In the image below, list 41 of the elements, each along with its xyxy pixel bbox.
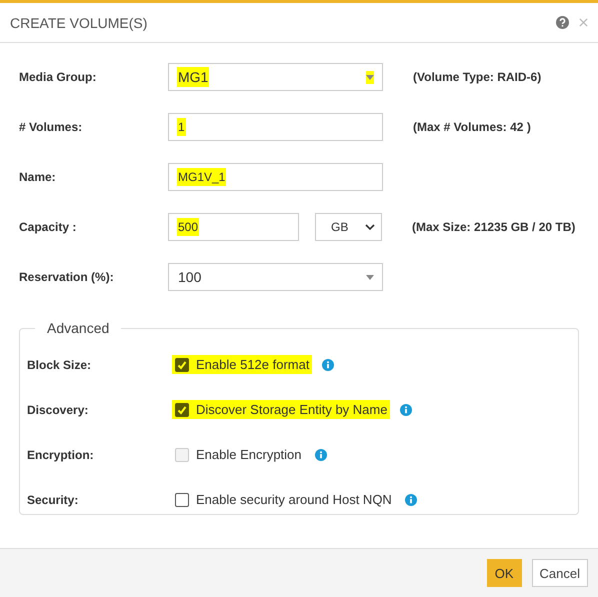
option-label: Security: [27,492,80,506]
field-value: MG1V_1 [177,168,226,186]
field-label: Reservation (%): [19,270,115,284]
checkbox-label: Enable security around Host NQN [196,492,392,507]
field-label: Name: [19,170,57,184]
cancel-button[interactable]: Cancel [532,559,588,587]
info-icon[interactable] [400,404,412,416]
input-field[interactable]: MG1V_1 [168,163,383,191]
checkbox[interactable] [175,358,189,372]
field-label: # Volumes: [19,120,84,134]
close-icon[interactable] [579,18,588,27]
field-value: 500 [177,218,200,236]
checkbox-label: Enable Encryption [196,447,302,462]
info-icon[interactable] [404,494,417,506]
field-value: 1 [177,118,186,136]
checkbox[interactable] [175,492,189,506]
checkbox[interactable] [175,402,189,416]
input-field[interactable]: 500 [168,213,299,241]
option-label: Encryption: [27,448,95,462]
field-label: Capacity : [19,220,78,234]
input-field[interactable]: 1 [168,113,383,141]
checkbox-label: Discover Storage Entity by Name [196,402,388,417]
info-icon[interactable] [314,448,327,460]
field-value: MG1 [177,67,210,87]
info-icon[interactable] [322,358,334,370]
field-value: 100 [177,268,202,287]
option-label: Discovery: [27,402,90,416]
ok-button[interactable]: OK [486,559,522,587]
section-legend: Advanced [35,320,122,336]
help-icon[interactable] [556,16,569,29]
checkbox-label: Enable 512e format [196,357,310,372]
option-label: Block Size: [27,358,92,372]
dialog-title: CREATE VOLUME(S) [10,14,148,30]
field-hint: (Volume Type: RAID-6) [413,70,542,84]
field-label: Media Group: [19,70,98,84]
field-hint: (Max Size: 21235 GB / 20 TB) [412,220,576,234]
dropdown[interactable]: 100 [168,263,383,291]
field-hint: (Max # Volumes: 42 ) [413,120,531,134]
chevron-down-icon [365,224,375,230]
dropdown[interactable]: MG1 [168,63,383,91]
unit-dropdown[interactable]: GB [315,213,382,241]
